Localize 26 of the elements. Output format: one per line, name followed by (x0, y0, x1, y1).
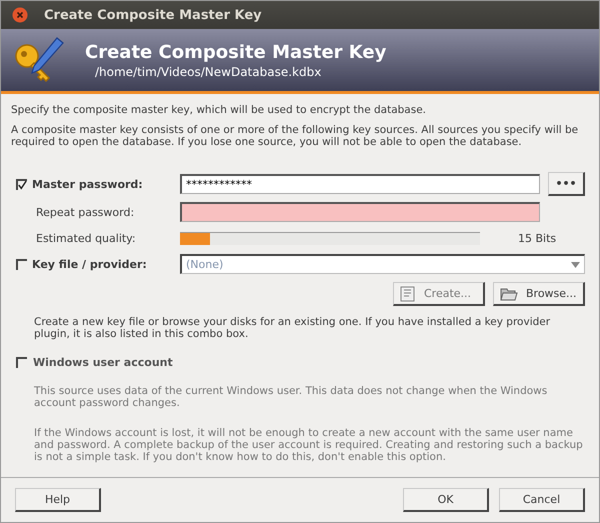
windows-account-note: If the Windows account is lost, it will not be enough to create a new account with the same user name and password. A complete backup of the user account is required. Creating and restoring such a backup is not a simple task. If you don't know how to do this, don't enable this option. (34, 427, 584, 463)
window-title: Create Composite Master Key (44, 8, 262, 22)
windows-account-label: Windows user account (33, 356, 173, 369)
master-password-label: Master password: (32, 178, 143, 190)
close-icon[interactable] (12, 7, 28, 23)
windows-account-note: This source uses data of the current Windows user. This data does not change when the Windows account password changes. (34, 385, 548, 409)
intro-text: Specify the composite master key, which will be used to encrypt the database. (11, 104, 428, 116)
key-pencil-icon (13, 36, 65, 84)
intro-text: A composite master key consists of one or more of the following key sources. All sources you specify will be required to open the database. If you lose one source, you will not be able to open the database. (11, 124, 580, 148)
show-password-button[interactable]: ••• (548, 172, 585, 196)
dialog-button[interactable]: Cancel (499, 488, 585, 512)
key-file-label: Key file / provider: (32, 258, 147, 270)
repeat-password-label: Repeat password: (36, 206, 134, 218)
database-path: /home/tim/Videos/NewDatabase.kdbx (94, 64, 322, 78)
quality-label: Estimated quality: (36, 232, 136, 244)
quality-reading: 15 Bits (518, 232, 556, 244)
folder-icon (500, 286, 518, 302)
header-title: Create Composite Master Key (85, 42, 386, 62)
checkbox[interactable] (16, 178, 27, 190)
password-field[interactable]: ************ (180, 174, 540, 194)
caret-icon (571, 262, 580, 268)
dialog-button[interactable]: OK (403, 488, 489, 512)
document-icon (400, 286, 416, 302)
dialog-button[interactable]: Help (15, 488, 101, 512)
repeat-password-field[interactable] (180, 202, 540, 222)
key-file-note: Create a new key file or browse your disks for an existing one. If you have installed a key provider plugin, it is also listed in this combo box. (34, 316, 552, 340)
